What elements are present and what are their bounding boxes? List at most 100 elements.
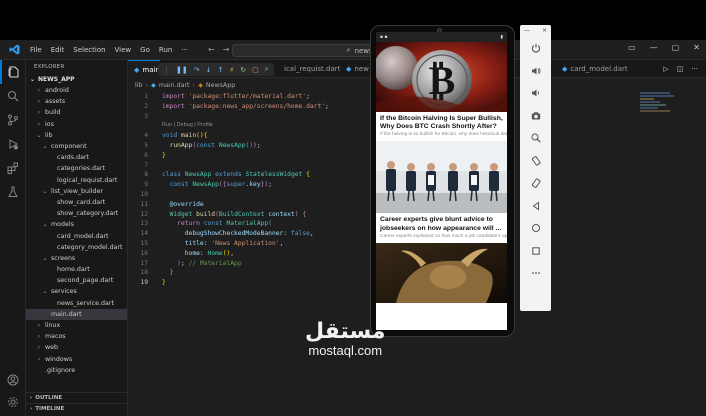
tree-item[interactable]: ⌄ screens: [26, 253, 127, 264]
tree-item[interactable]: show_card.dart: [26, 197, 127, 208]
tree-item[interactable]: › assets: [26, 96, 127, 107]
home-circle-icon[interactable]: [520, 217, 551, 240]
breadcrumb-item[interactable]: lib: [135, 82, 143, 89]
tree-item[interactable]: logical_requist.dart: [26, 175, 127, 186]
tree-item[interactable]: ⌄ list_view_builder: [26, 186, 127, 197]
stop-icon[interactable]: ▢: [252, 66, 259, 74]
menu-more[interactable]: ···: [181, 46, 188, 54]
emulator-close-button[interactable]: ×: [542, 27, 547, 35]
tab-logical-requist[interactable]: ical_requist.dart: [278, 60, 346, 78]
breadcrumb-item[interactable]: NewsApp: [206, 82, 235, 89]
back-arrow-icon[interactable]: ←: [208, 45, 215, 54]
volume-down-icon[interactable]: [520, 82, 551, 105]
source-control-icon[interactable]: [0, 108, 26, 132]
rotate-right-icon[interactable]: [520, 172, 551, 195]
tab-card-model[interactable]: ◆ card_model.dart: [556, 60, 634, 78]
tree-item[interactable]: › web: [26, 342, 127, 353]
tree-item-label: build: [45, 109, 61, 117]
more-actions-icon[interactable]: ···: [691, 65, 698, 73]
more-options-icon[interactable]: [520, 262, 551, 285]
pause-icon[interactable]: ❚❚: [176, 66, 188, 74]
tree-item[interactable]: card_model.dart: [26, 230, 127, 241]
settings-gear-icon[interactable]: [0, 390, 26, 414]
code-line: runApp(const NewsApp());: [169, 141, 261, 149]
restart-icon[interactable]: ↻: [240, 66, 246, 74]
tree-item-label: screens: [51, 254, 76, 262]
menu-go[interactable]: Go: [140, 46, 150, 54]
menu-edit[interactable]: Edit: [51, 46, 65, 54]
device-screen[interactable]: ▪ ▪ ▮ ₿ If the Bitcoin Halving Is Super …: [376, 32, 507, 330]
menu-selection[interactable]: Selection: [73, 46, 105, 54]
article-image[interactable]: ₿: [376, 42, 507, 112]
menu-view[interactable]: View: [115, 46, 132, 54]
tree-item[interactable]: ⌄ services: [26, 286, 127, 297]
explorer-icon[interactable]: [0, 60, 26, 84]
tree-item[interactable]: › windows: [26, 354, 127, 365]
tree-item[interactable]: news_service.dart: [26, 298, 127, 309]
forward-arrow-icon[interactable]: →: [223, 45, 230, 54]
breadcrumb-item[interactable]: main.dart: [159, 82, 190, 89]
run-debug-icon[interactable]: [0, 132, 26, 156]
minimize-icon[interactable]: —: [650, 43, 658, 52]
step-out-icon[interactable]: ↑: [217, 66, 223, 74]
hot-reload-icon[interactable]: ⚡: [229, 66, 234, 74]
tree-item[interactable]: ⌄ models: [26, 219, 127, 230]
overview-square-icon[interactable]: [520, 240, 551, 263]
zoom-icon[interactable]: [520, 127, 551, 150]
tree-item[interactable]: › linux: [26, 320, 127, 331]
article-image[interactable]: [376, 141, 507, 214]
article-headline[interactable]: If the Bitcoin Halving Is Super Bullish,…: [376, 112, 507, 131]
back-triangle-icon[interactable]: [520, 195, 551, 218]
tree-item[interactable]: categories.dart: [26, 163, 127, 174]
tree-item[interactable]: category_model.dart: [26, 242, 127, 253]
layout-icon[interactable]: ▭: [628, 43, 636, 52]
account-icon[interactable]: [0, 368, 26, 392]
tree-item[interactable]: second_page.dart: [26, 275, 127, 286]
tree-item[interactable]: .gitignore: [26, 365, 127, 376]
search-activity-icon[interactable]: [0, 84, 26, 108]
vscode-window: File Edit Selection View Go Run ··· ← → …: [0, 40, 706, 416]
tree-item[interactable]: cards.dart: [26, 152, 127, 163]
tree-item[interactable]: main.dart: [26, 308, 127, 320]
minimap[interactable]: [640, 92, 680, 132]
menu-run[interactable]: Run: [159, 46, 172, 54]
article-image[interactable]: [376, 242, 507, 303]
tree-item[interactable]: ⌄ component: [26, 141, 127, 152]
timeline-label: TIMELINE: [35, 406, 65, 412]
volume-up-icon[interactable]: [520, 60, 551, 83]
timeline-section[interactable]: › TIMELINE: [26, 403, 128, 414]
tree-item[interactable]: › macos: [26, 331, 127, 342]
split-editor-icon[interactable]: ◫: [677, 65, 684, 73]
close-icon[interactable]: ✕: [693, 43, 700, 52]
rotate-left-icon[interactable]: [520, 150, 551, 173]
chevron-down-icon: ⌄: [42, 221, 48, 229]
code-editor[interactable]: import 'package:flutter/material.dart'; …: [162, 92, 372, 288]
line-number: 3: [144, 112, 148, 120]
tree-item[interactable]: › ios: [26, 119, 127, 130]
menu-file[interactable]: File: [30, 46, 42, 54]
emulator-minimize-button[interactable]: —: [524, 27, 530, 35]
tree-item[interactable]: home.dart: [26, 264, 127, 275]
maximize-icon[interactable]: ▢: [672, 43, 680, 52]
tab-main-dart[interactable]: ◆ main.d: [128, 60, 167, 78]
screenshot-camera-icon[interactable]: [520, 105, 551, 128]
drag-handle-icon[interactable]: ⋮: [163, 66, 170, 74]
chevron-down-icon: ⌄: [36, 131, 42, 139]
extensions-icon[interactable]: [0, 156, 26, 180]
step-into-icon[interactable]: ↓: [206, 66, 212, 74]
tree-item[interactable]: show_category.dart: [26, 208, 127, 219]
codelens-run-debug-profile[interactable]: Run | Debug | Profile: [162, 121, 372, 131]
step-over-icon[interactable]: ↷: [194, 66, 200, 74]
tree-item[interactable]: › android: [26, 85, 127, 96]
tree-item[interactable]: ⌄ lib: [26, 130, 127, 141]
article-headline[interactable]: Career experts give blunt advice to jobs…: [376, 213, 507, 232]
run-icon[interactable]: ▷: [663, 65, 668, 73]
outline-section[interactable]: › OUTLINE: [26, 392, 128, 403]
workspace-root[interactable]: ⌄ NEWS_APP: [26, 74, 127, 85]
devtools-icon[interactable]: ⌕: [265, 65, 269, 74]
tree-item[interactable]: › build: [26, 107, 127, 118]
testing-flask-icon[interactable]: [0, 180, 26, 204]
power-icon[interactable]: [520, 37, 551, 60]
